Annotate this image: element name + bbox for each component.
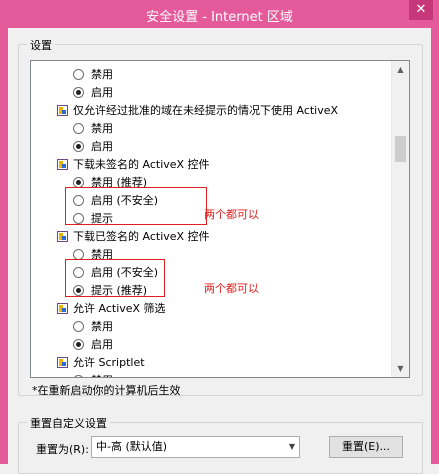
radio-option[interactable]: 禁用 [31,66,386,84]
reset-to-label: 重置为(R): [36,443,89,456]
annotation-box-1 [65,187,207,225]
radio-option-label: 禁用 [91,372,113,377]
setting-category-icon [57,231,68,242]
radio-checked-icon[interactable] [73,375,84,377]
radio-option[interactable]: 启用 [31,138,386,156]
radio-option-label: 禁用 [91,320,113,333]
annotation-box-2 [65,259,165,297]
chevron-down-icon: ▼ [288,442,295,451]
radio-checked-icon[interactable] [73,339,84,350]
reset-level-value: 中-高 (默认值) [96,440,168,453]
radio-option[interactable]: 启用 [31,84,386,102]
annotation-text-2: 两个都可以 [204,282,259,295]
setting-category-label: 下载未签名的 ActiveX 控件 [73,158,210,171]
annotation-text-1: 两个都可以 [204,208,259,221]
setting-category-label: 允许 Scriptlet [73,356,145,369]
settings-group-label: 设置 [27,37,55,53]
radio-checked-icon[interactable] [73,141,84,152]
setting-category-icon [57,303,68,314]
window-title: 安全设置 - Internet 区域 [146,10,293,25]
radio-option[interactable]: 禁用 [31,120,386,138]
scroll-thumb[interactable] [395,136,406,162]
security-settings-dialog: 安全设置 - Internet 区域 ✕ 设置 禁用 启用 仅允许经过批准的域在未经… [0,0,439,474]
radio-option-label: 启用 [91,140,113,153]
vertical-scrollbar[interactable]: ▲ ▼ [391,61,409,377]
setting-category[interactable]: 允许 ActiveX 筛选 [31,300,386,318]
title-bar[interactable]: 安全设置 - Internet 区域 ✕ [0,0,439,28]
settings-list[interactable]: 禁用 启用 仅允许经过批准的域在未经提示的情况下使用 ActiveX 禁用 启用 下载未签… [30,60,410,378]
setting-category-label: 下载已签名的 ActiveX 控件 [73,230,210,243]
close-button[interactable]: ✕ [409,0,433,20]
radio-unchecked-icon[interactable] [73,69,84,80]
scroll-down-icon[interactable]: ▼ [392,360,409,377]
setting-category-icon [57,159,68,170]
setting-category[interactable]: 下载未签名的 ActiveX 控件 [31,156,386,174]
restart-note: *在重新启动你的计算机后生效 [32,384,181,397]
setting-category[interactable]: 允许 Scriptlet [31,354,386,372]
radio-option[interactable]: 禁用 [31,318,386,336]
radio-option-label: 启用 [91,86,113,99]
radio-option-label: 禁用 [91,68,113,81]
setting-category-label: 仅允许经过批准的域在未经提示的情况下使用 ActiveX [73,104,339,117]
setting-category[interactable]: 下载已签名的 ActiveX 控件 [31,228,386,246]
reset-level-select[interactable]: 中-高 (默认值) ▼ [91,436,300,458]
reset-group-label: 重置自定义设置 [27,415,110,431]
setting-category-icon [57,105,68,116]
setting-category-label: 允许 ActiveX 筛选 [73,302,166,315]
radio-unchecked-icon[interactable] [73,123,84,134]
reset-button[interactable]: 重置(E)... [329,436,403,458]
radio-checked-icon[interactable] [73,87,84,98]
setting-category-icon [57,357,68,368]
scroll-up-icon[interactable]: ▲ [392,61,409,78]
setting-category[interactable]: 仅允许经过批准的域在未经提示的情况下使用 ActiveX [31,102,386,120]
radio-option[interactable]: 启用 [31,336,386,354]
radio-option-label: 启用 [91,338,113,351]
radio-unchecked-icon[interactable] [73,321,84,332]
radio-option[interactable]: 禁用 [31,372,386,377]
radio-option-label: 禁用 [91,122,113,135]
